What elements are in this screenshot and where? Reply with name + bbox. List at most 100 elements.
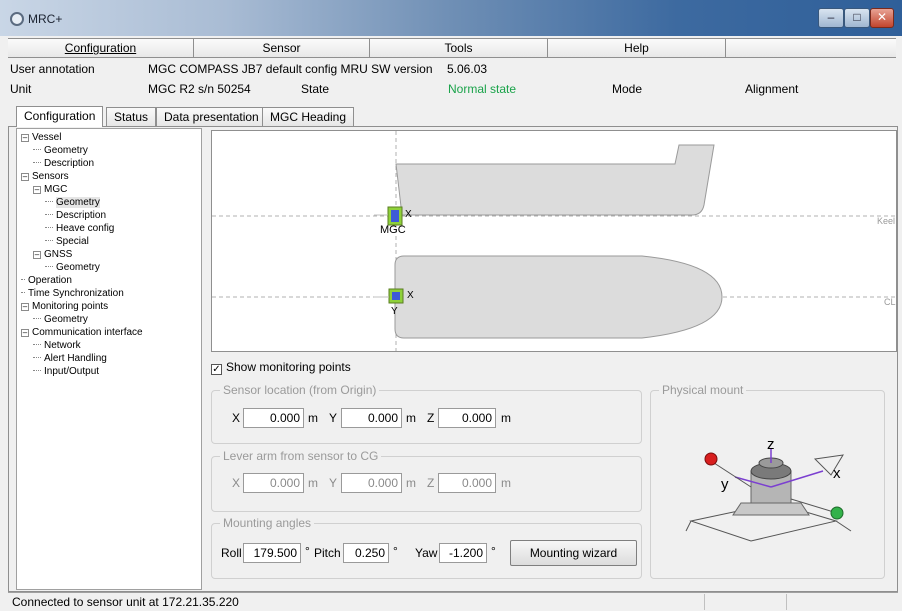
tree-node-alert-handling[interactable]: Alert Handling bbox=[33, 352, 107, 365]
user-annotation-value: MGC COMPASS JB7 default config MRU SW ve… bbox=[148, 62, 433, 76]
app-icon bbox=[10, 12, 24, 26]
top-axis-y-label: Y bbox=[391, 306, 398, 317]
sensor-y-input[interactable]: 0.000 bbox=[341, 408, 402, 428]
menu-empty bbox=[726, 39, 896, 57]
keel-label: Keel bbox=[877, 216, 895, 226]
hull-side-profile bbox=[395, 144, 715, 216]
window-title: MRC+ bbox=[28, 12, 63, 26]
mode-label: Mode bbox=[612, 82, 643, 96]
roll-label: Roll bbox=[221, 546, 242, 560]
sensor-marker-side-core bbox=[391, 210, 399, 222]
unit-value: MGC R2 s/n 50254 bbox=[148, 82, 251, 96]
sensor-x-unit: m bbox=[308, 411, 318, 425]
vessel-view[interactable]: X MGC X Y Keel CL bbox=[211, 130, 897, 352]
sensor-y-unit: m bbox=[406, 411, 416, 425]
tab-mgc-heading[interactable]: MGC Heading bbox=[262, 107, 355, 126]
config-tree[interactable]: – Vessel Geometry Description – Sensors – M… bbox=[16, 128, 202, 590]
z-axis-label: z bbox=[767, 436, 775, 453]
tree-node-time-sync[interactable]: Time Synchronization bbox=[21, 287, 124, 300]
show-monitoring-points-checkbox[interactable]: ✓ bbox=[211, 364, 222, 375]
lever-y-unit: m bbox=[406, 476, 416, 490]
tree-node-mgc-geometry[interactable]: Geometry bbox=[45, 196, 100, 209]
tab-status[interactable]: Status bbox=[106, 107, 157, 126]
sensor-z-label: Z bbox=[427, 411, 435, 425]
sensor-x-label: X bbox=[232, 411, 241, 425]
unit-label: Unit bbox=[10, 82, 32, 96]
tree-node-heave-config[interactable]: Heave config bbox=[45, 222, 114, 235]
lever-z-unit: m bbox=[501, 476, 511, 490]
pitch-unit: ° bbox=[393, 544, 398, 558]
state-label: State bbox=[301, 82, 330, 96]
tree-node-monitoring-geometry[interactable]: Geometry bbox=[33, 313, 88, 326]
collapse-icon[interactable]: – bbox=[33, 186, 41, 194]
roll-input[interactable]: 179.500 bbox=[243, 543, 301, 563]
tree-node-mgc-description[interactable]: Description bbox=[45, 209, 106, 222]
sw-version-value: 5.06.03 bbox=[447, 62, 488, 76]
tree-node-input-output[interactable]: Input/Output bbox=[33, 365, 99, 378]
tree-node-network[interactable]: Network bbox=[33, 339, 81, 352]
plate-leg-right bbox=[835, 520, 852, 532]
y-leader-line bbox=[710, 460, 752, 488]
show-monitoring-points-row[interactable]: ✓ Show monitoring points bbox=[211, 360, 351, 375]
yaw-input[interactable]: -1.200 bbox=[439, 543, 487, 563]
maximize-button[interactable]: □ bbox=[844, 8, 870, 28]
collapse-icon[interactable]: – bbox=[21, 134, 29, 142]
physical-mount-group: Physical mount z x y bbox=[650, 383, 885, 579]
status-separator bbox=[704, 594, 705, 610]
tree-node-gnss-geometry[interactable]: Geometry bbox=[45, 261, 100, 274]
cl-label: CL bbox=[884, 297, 896, 307]
status-separator bbox=[786, 594, 787, 610]
physical-mount-illustration: z x y bbox=[685, 436, 852, 542]
collapse-icon[interactable]: – bbox=[21, 173, 29, 181]
top-axis-x-label: X bbox=[407, 290, 414, 301]
menu-configuration[interactable]: Configuration bbox=[8, 39, 194, 57]
yaw-label: Yaw bbox=[415, 546, 438, 560]
lever-z-input: 0.000 bbox=[438, 473, 496, 493]
sensor-marker-top-core bbox=[392, 292, 400, 300]
title-bar: MRC+ – □ ✕ bbox=[0, 0, 902, 36]
alignment-label: Alignment bbox=[745, 82, 799, 96]
yaw-unit: ° bbox=[491, 544, 496, 558]
lever-z-label: Z bbox=[427, 476, 435, 490]
tree-node-vessel-description[interactable]: Description bbox=[33, 157, 94, 170]
tree-node-communication-interface[interactable]: – Communication interface bbox=[21, 326, 143, 339]
tab-data-presentation[interactable]: Data presentation bbox=[156, 107, 267, 126]
sensor-y-label: Y bbox=[329, 411, 338, 425]
tree-node-sensors[interactable]: – Sensors bbox=[21, 170, 69, 183]
green-marker-ball bbox=[830, 506, 844, 520]
pitch-label: Pitch bbox=[314, 546, 341, 560]
collapse-icon[interactable]: – bbox=[33, 251, 41, 259]
menu-sensor[interactable]: Sensor bbox=[194, 39, 370, 57]
sensor-z-input[interactable]: 0.000 bbox=[438, 408, 496, 428]
sensor-x-input[interactable]: 0.000 bbox=[243, 408, 304, 428]
roll-unit: ° bbox=[305, 544, 310, 558]
red-marker-ball bbox=[704, 452, 718, 466]
tree-node-operation[interactable]: Operation bbox=[21, 274, 72, 287]
status-bar: Connected to sensor unit at 172.21.35.22… bbox=[8, 592, 898, 610]
tree-node-vessel-geometry[interactable]: Geometry bbox=[33, 144, 88, 157]
tree-node-special[interactable]: Special bbox=[45, 235, 89, 248]
tree-node-mgc[interactable]: – MGC bbox=[33, 183, 67, 196]
annotation-row: User annotation MGC COMPASS JB7 default … bbox=[10, 60, 896, 78]
tab-configuration[interactable]: Configuration bbox=[16, 106, 104, 127]
lever-arm-title: Lever arm from sensor to CG bbox=[220, 449, 382, 463]
hull-top-view bbox=[394, 255, 723, 339]
menu-help[interactable]: Help bbox=[548, 39, 726, 57]
lever-y-label: Y bbox=[329, 476, 338, 490]
lever-y-input: 0.000 bbox=[341, 473, 402, 493]
pitch-input[interactable]: 0.250 bbox=[343, 543, 389, 563]
close-button[interactable]: ✕ bbox=[870, 8, 894, 28]
minimize-button[interactable]: – bbox=[818, 8, 844, 28]
mounting-wizard-button[interactable]: Mounting wizard bbox=[510, 540, 637, 566]
tree-node-gnss[interactable]: – GNSS bbox=[33, 248, 72, 261]
menu-tools[interactable]: Tools bbox=[370, 39, 548, 57]
tree-node-vessel[interactable]: – Vessel bbox=[21, 131, 61, 144]
sensor-location-title: Sensor location (from Origin) bbox=[220, 383, 380, 397]
sensor-flange bbox=[732, 502, 810, 516]
status-text: Connected to sensor unit at 172.21.35.22… bbox=[12, 595, 239, 609]
collapse-icon[interactable]: – bbox=[21, 329, 29, 337]
vessel-drawing: X MGC X Y Keel CL bbox=[212, 131, 896, 351]
side-axis-x-label: X bbox=[405, 209, 412, 220]
tree-node-monitoring-points[interactable]: – Monitoring points bbox=[21, 300, 108, 313]
collapse-icon[interactable]: – bbox=[21, 303, 29, 311]
